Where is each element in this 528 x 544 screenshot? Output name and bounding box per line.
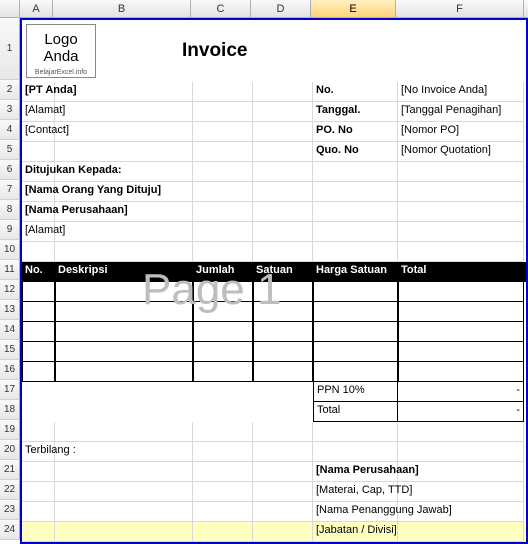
- row-header-24[interactable]: 24: [0, 520, 20, 540]
- company-name[interactable]: [PT Anda]: [22, 82, 55, 102]
- row-header-15[interactable]: 15: [0, 340, 20, 360]
- meta-no-label[interactable]: No.: [313, 82, 398, 102]
- terbilang-label[interactable]: Terbilang :: [22, 442, 55, 462]
- table-row[interactable]: [22, 282, 526, 302]
- table-row[interactable]: [22, 342, 526, 362]
- row-header-14[interactable]: 14: [0, 320, 20, 340]
- row-header-4[interactable]: 4: [0, 120, 20, 140]
- table-row[interactable]: [22, 362, 526, 382]
- meta-quo-label[interactable]: Quo. No: [313, 142, 398, 162]
- invoice-title: Invoice: [182, 40, 247, 62]
- row-header-11[interactable]: 11: [0, 260, 20, 280]
- row-header-7[interactable]: 7: [0, 180, 20, 200]
- row-header-17[interactable]: 17: [0, 380, 20, 400]
- addressed-company[interactable]: [Nama Perusahaan]: [22, 202, 55, 222]
- addressed-person[interactable]: [Nama Orang Yang Dituju]: [22, 182, 55, 202]
- col-header-a[interactable]: A: [20, 0, 53, 17]
- company-address[interactable]: [Alamat]: [22, 102, 55, 122]
- ppn-label[interactable]: PPN 10%: [313, 382, 398, 402]
- th-desc[interactable]: Deskripsi: [55, 262, 193, 282]
- meta-date-value[interactable]: [Tanggal Penagihan]: [398, 102, 524, 122]
- addressed-address[interactable]: [Alamat]: [22, 222, 55, 242]
- ppn-value[interactable]: -: [398, 382, 524, 402]
- addressed-heading[interactable]: Ditujukan Kepada:: [22, 162, 55, 182]
- row-header-20[interactable]: 20: [0, 440, 20, 460]
- row-header-6[interactable]: 6: [0, 160, 20, 180]
- row-header-3[interactable]: 3: [0, 100, 20, 120]
- row-header-19[interactable]: 19: [0, 420, 20, 440]
- column-headers: A B C D E F: [0, 0, 528, 18]
- total-label[interactable]: Total: [313, 402, 398, 422]
- logo-placeholder: Logo Anda BelajarExcel.info: [26, 24, 96, 78]
- col-header-f[interactable]: F: [396, 0, 524, 17]
- table-header-row: No. Deskripsi Jumlah Satuan Harga Satuan…: [22, 262, 526, 282]
- logo-sub: BelajarExcel.info: [27, 69, 95, 76]
- row-header-21[interactable]: 21: [0, 460, 20, 480]
- row-header-2[interactable]: 2: [0, 80, 20, 100]
- row-header-23[interactable]: 23: [0, 500, 20, 520]
- col-header-c[interactable]: C: [191, 0, 251, 17]
- row-header-1[interactable]: 1: [0, 18, 20, 80]
- table-row[interactable]: [22, 322, 526, 342]
- row-header-13[interactable]: 13: [0, 300, 20, 320]
- row-header-18[interactable]: 18: [0, 400, 20, 420]
- meta-po-value[interactable]: [Nomor PO]: [398, 122, 524, 142]
- meta-quo-value[interactable]: [Nomor Quotation]: [398, 142, 524, 162]
- col-header-b[interactable]: B: [53, 0, 191, 17]
- row-header-5[interactable]: 5: [0, 140, 20, 160]
- row-header-16[interactable]: 16: [0, 360, 20, 380]
- col-header-d[interactable]: D: [251, 0, 311, 17]
- sig-stamp[interactable]: [Materai, Cap, TTD]: [313, 482, 398, 502]
- meta-date-label[interactable]: Tanggal.: [313, 102, 398, 122]
- row-header-10[interactable]: 10: [0, 240, 20, 260]
- sig-name[interactable]: [Nama Penanggung Jawab]: [313, 502, 398, 522]
- row-headers: 1 2 3 4 5 6 7 8 9 10 11 12 13 14 15 16 1…: [0, 18, 20, 540]
- logo-line1: Logo: [27, 31, 95, 48]
- spreadsheet-area[interactable]: Page 1 Logo Anda BelajarExcel.info Invoi…: [20, 18, 528, 544]
- row-header-22[interactable]: 22: [0, 480, 20, 500]
- th-price[interactable]: Harga Satuan: [313, 262, 398, 282]
- th-qty[interactable]: Jumlah: [193, 262, 253, 282]
- company-contact[interactable]: [Contact]: [22, 122, 55, 142]
- row-header-9[interactable]: 9: [0, 220, 20, 240]
- logo-line2: Anda: [27, 48, 95, 65]
- print-area: Page 1 Logo Anda BelajarExcel.info Invoi…: [20, 18, 528, 544]
- sig-title[interactable]: [Jabatan / Divisi]: [313, 522, 398, 542]
- row-header-8[interactable]: 8: [0, 200, 20, 220]
- th-unit[interactable]: Satuan: [253, 262, 313, 282]
- th-no[interactable]: No.: [22, 262, 55, 282]
- row-header-12[interactable]: 12: [0, 280, 20, 300]
- select-all-corner[interactable]: [0, 0, 20, 17]
- table-row[interactable]: [22, 302, 526, 322]
- meta-po-label[interactable]: PO. No: [313, 122, 398, 142]
- th-total[interactable]: Total: [398, 262, 524, 282]
- meta-no-value[interactable]: [No Invoice Anda]: [398, 82, 524, 102]
- sig-company[interactable]: [Nama Perusahaan]: [313, 462, 398, 482]
- col-header-e[interactable]: E: [311, 0, 396, 17]
- total-value[interactable]: -: [398, 402, 524, 422]
